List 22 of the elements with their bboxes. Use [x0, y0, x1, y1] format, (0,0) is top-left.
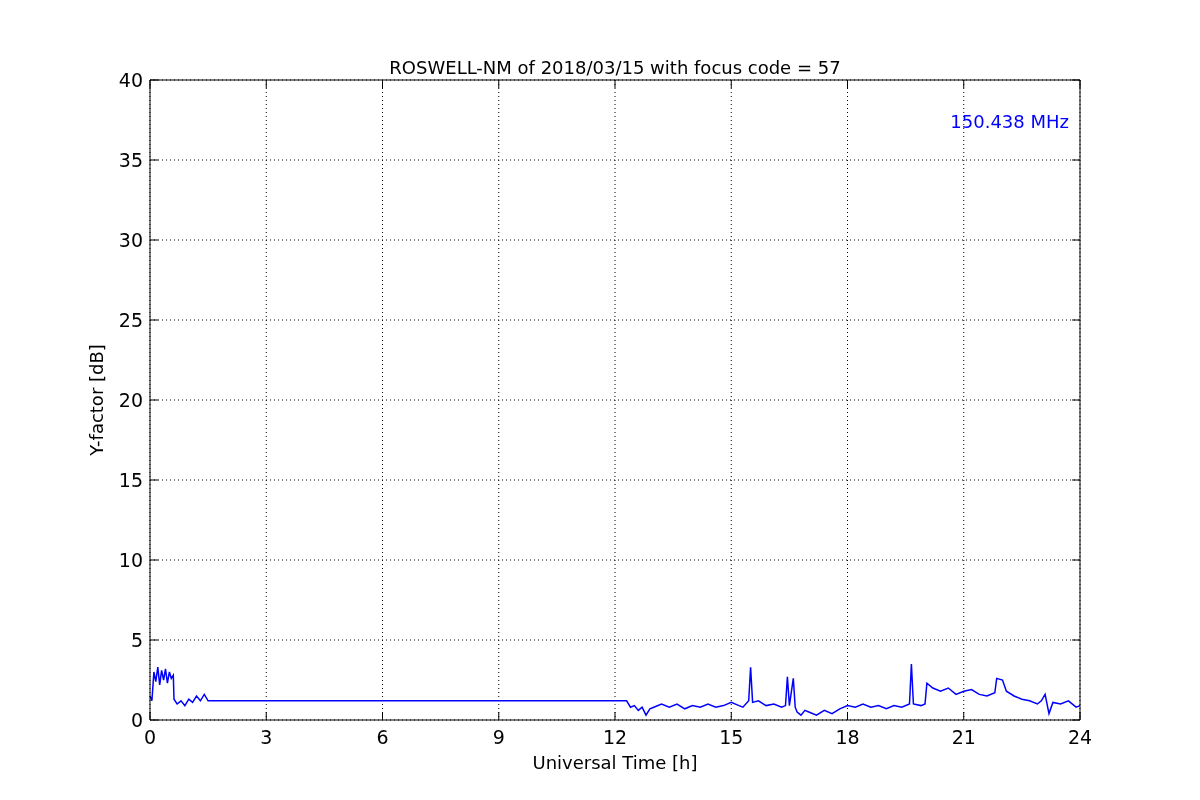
y-tick-label: 35 [118, 149, 143, 171]
series-label: 150.438 MHz [950, 111, 1069, 132]
y-tick-label: 30 [118, 229, 143, 251]
x-tick-label: 12 [602, 726, 628, 748]
y-tick-label: 0 [130, 709, 143, 731]
x-tick-label: 24 [1067, 726, 1093, 748]
x-tick-label: 0 [143, 726, 157, 748]
x-tick-label: 21 [951, 726, 976, 748]
y-tick-label: 40 [118, 69, 143, 91]
x-axis-label: Universal Time [h] [532, 752, 698, 773]
x-tick-label: 9 [492, 726, 505, 748]
y-tick-label: 25 [118, 309, 143, 331]
x-tick-label: 18 [835, 726, 860, 748]
y-tick-label: 5 [130, 629, 143, 651]
y-tick-label: 20 [118, 389, 143, 411]
y-axis-label: Y-factor [dB] [86, 344, 107, 456]
chart-title: ROSWELL-NM of 2018/03/15 with focus code = 57 [389, 57, 841, 78]
x-tick-label: 6 [376, 726, 389, 748]
x-tick-label: 3 [260, 726, 273, 748]
y-tick-label: 10 [118, 549, 143, 571]
x-tick-label: 15 [719, 726, 744, 748]
y-tick-label: 15 [118, 469, 143, 491]
